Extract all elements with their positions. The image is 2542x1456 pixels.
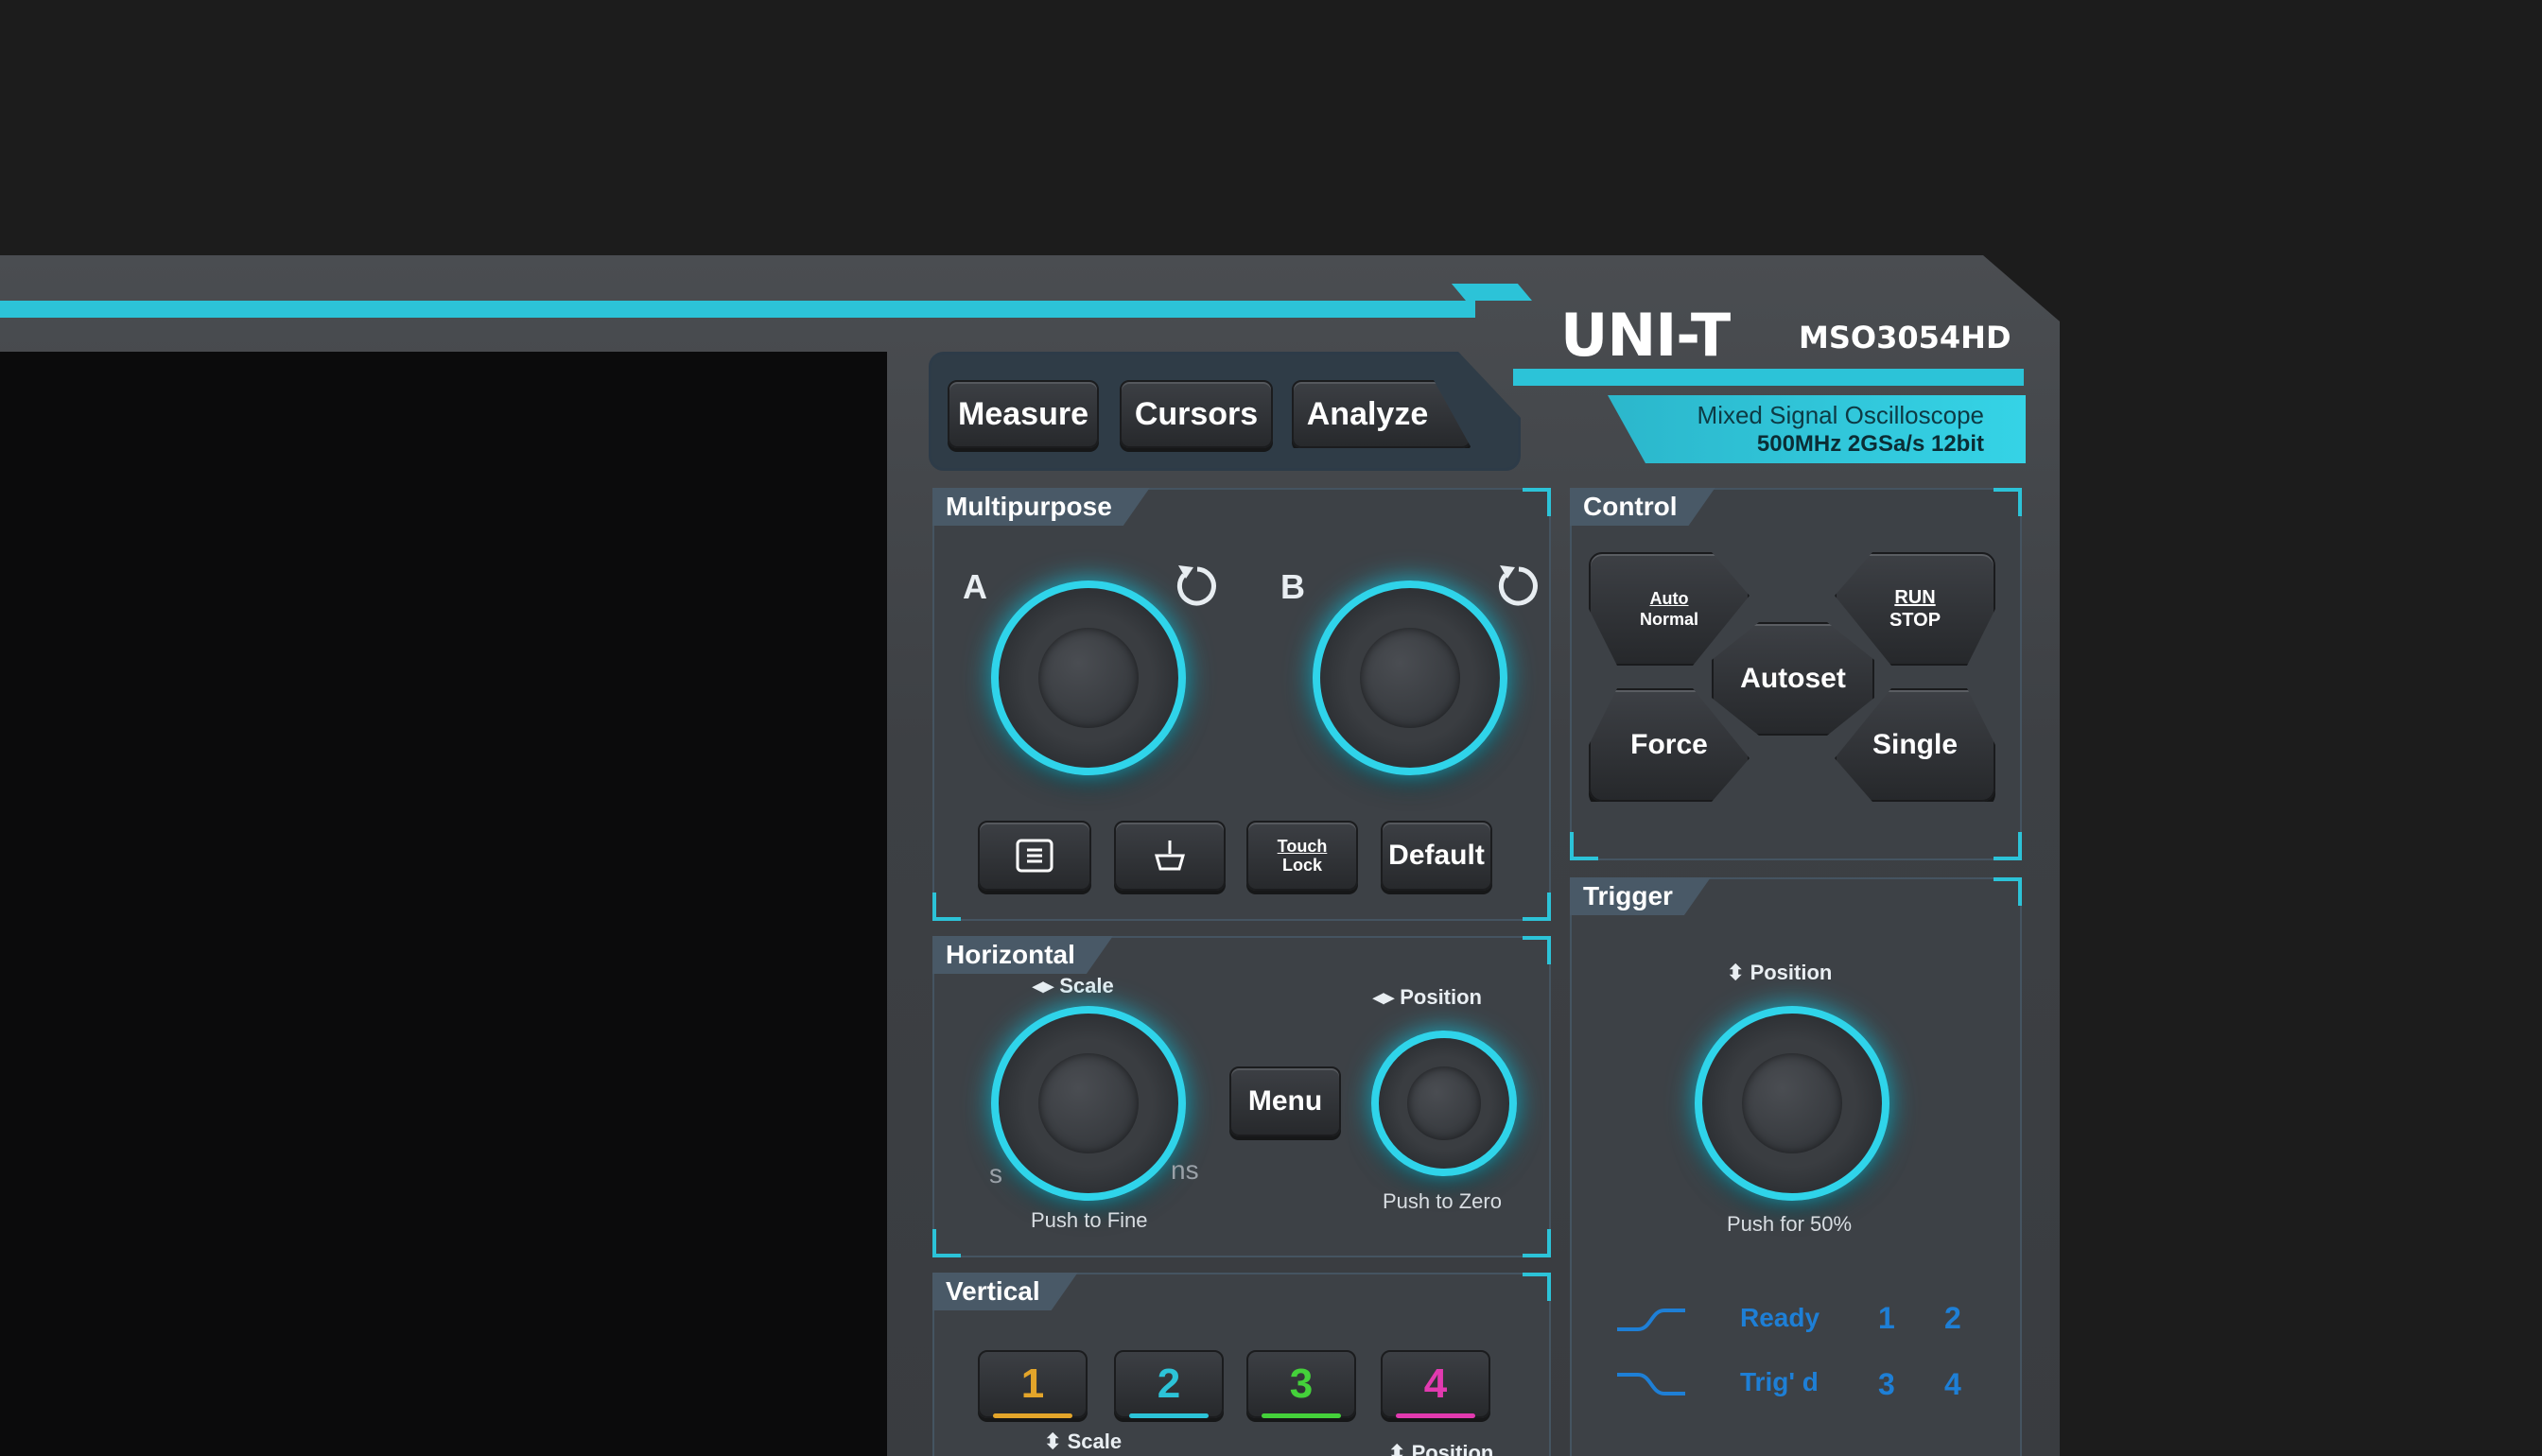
multipurpose-title: Multipurpose: [932, 488, 1150, 526]
lock-label: Lock: [1281, 856, 1322, 875]
updown-arrow-icon: ⬍: [1727, 961, 1745, 984]
analyze-label: Analyze: [1306, 395, 1429, 432]
spec-subtitle: Mixed Signal Oscilloscope: [1697, 401, 1984, 429]
channel-4-bar: [1396, 1413, 1475, 1418]
model-number: MSO3054HD: [1799, 320, 2011, 355]
h-scale-label: ◂▸ Scale: [1033, 974, 1114, 998]
display-screen: [0, 352, 887, 1456]
default-button[interactable]: Default: [1381, 821, 1492, 891]
trigger-position-knob[interactable]: [1695, 1006, 1889, 1201]
measure-button[interactable]: Measure: [948, 380, 1099, 448]
corner-mark: [1994, 488, 2022, 516]
channel-4-button[interactable]: 4: [1381, 1350, 1490, 1418]
stop-label: STOP: [1889, 610, 1941, 631]
accent-stripe: [0, 301, 1475, 318]
corner-mark: [1523, 488, 1551, 516]
updown-arrow-icon: ⬍: [1388, 1441, 1406, 1456]
corner-mark: [1994, 832, 2022, 860]
trigd-status: Trig' d: [1740, 1367, 1819, 1396]
leftright-arrow-icon: ◂▸: [1033, 974, 1054, 997]
brand-logo: UNI-T: [1560, 301, 1731, 370]
push-to-fine-label: Push to Fine: [1031, 1208, 1148, 1232]
channel-4-label: 4: [1423, 1361, 1448, 1407]
trig-channel-3: 3: [1878, 1367, 1895, 1401]
trig-channel-4: 4: [1944, 1367, 1961, 1401]
accent-stripe-diagonal: [1451, 284, 1532, 301]
rotate-icon: [1498, 565, 1538, 606]
cursors-button[interactable]: Cursors: [1120, 380, 1273, 448]
v-position-text: Position: [1411, 1441, 1494, 1456]
s-label: s: [989, 1159, 1002, 1188]
fall-edge-icon: [1617, 1373, 1685, 1395]
clear-icon: [1155, 841, 1185, 871]
clear-button[interactable]: [1114, 821, 1226, 891]
trig-channel-2: 2: [1944, 1301, 1961, 1335]
oscilloscope-panel: UNI-T MSO3054HD Mixed Signal Oscilloscop…: [0, 0, 2542, 1456]
channel-1-label: 1: [1020, 1361, 1045, 1407]
corner-mark: [932, 1229, 961, 1257]
horizontal-title: Horizontal: [932, 936, 1113, 974]
channel-2-button[interactable]: 2: [1114, 1350, 1224, 1418]
corner-mark: [1523, 1273, 1551, 1301]
rise-edge-icon: [1617, 1309, 1685, 1331]
channel-3-button[interactable]: 3: [1246, 1350, 1356, 1418]
trigger-position-text: Position: [1750, 961, 1833, 984]
h-position-label: ◂▸ Position: [1373, 985, 1482, 1010]
channel-3-bar: [1262, 1413, 1341, 1418]
v-scale-text: Scale: [1067, 1430, 1123, 1453]
channel-1-button[interactable]: 1: [978, 1350, 1088, 1418]
vertical-title: Vertical: [932, 1273, 1078, 1310]
ns-label: ns: [1171, 1155, 1199, 1185]
corner-mark: [1570, 832, 1598, 860]
channel-1-bar: [993, 1413, 1072, 1418]
ready-status: Ready: [1740, 1303, 1820, 1332]
rotate-icon: [1176, 565, 1216, 606]
touch-label: Touch: [1277, 837, 1328, 856]
knob-a-label: A: [963, 567, 987, 606]
channel-2-label: 2: [1157, 1361, 1181, 1407]
v-scale-label: ⬍ Scale: [1044, 1430, 1122, 1454]
corner-mark: [932, 893, 961, 921]
screenshot-icon: [1016, 839, 1053, 873]
leftright-arrow-icon: ◂▸: [1373, 985, 1395, 1009]
push-to-zero-label: Push to Zero: [1383, 1189, 1502, 1213]
touch-lock-button[interactable]: Touch Lock: [1246, 821, 1358, 891]
channel-2-bar: [1129, 1413, 1209, 1418]
corner-mark: [1994, 877, 2022, 906]
control-title: Control: [1570, 488, 1715, 526]
h-scale-text: Scale: [1059, 974, 1114, 997]
horizontal-position-knob[interactable]: [1371, 1031, 1517, 1176]
screenshot-button[interactable]: [978, 821, 1091, 891]
h-position-text: Position: [1400, 985, 1482, 1009]
corner-mark: [1523, 1229, 1551, 1257]
trig-channel-1: 1: [1878, 1301, 1895, 1335]
normal-label: Normal: [1639, 610, 1698, 629]
channel-3-label: 3: [1289, 1361, 1314, 1407]
trigger-position-label: ⬍ Position: [1727, 961, 1832, 985]
corner-mark: [1523, 893, 1551, 921]
trigger-title: Trigger: [1570, 877, 1711, 915]
knob-b-label: B: [1280, 567, 1305, 606]
v-position-label: ⬍ Position: [1388, 1441, 1493, 1456]
corner-mark: [1523, 936, 1551, 964]
spec-line: 500MHz 2GSa/s 12bit: [1756, 431, 1984, 457]
knob-a[interactable]: [991, 581, 1186, 775]
horizontal-scale-knob[interactable]: [991, 1006, 1186, 1201]
run-label: RUN: [1894, 587, 1936, 608]
auto-label: Auto: [1649, 589, 1689, 608]
accent-stripe-right: [1513, 369, 2024, 386]
horizontal-menu-button[interactable]: Menu: [1229, 1066, 1341, 1136]
push-for-50-label: Push for 50%: [1727, 1212, 1853, 1236]
knob-b[interactable]: [1313, 581, 1507, 775]
updown-arrow-icon: ⬍: [1044, 1430, 1062, 1453]
